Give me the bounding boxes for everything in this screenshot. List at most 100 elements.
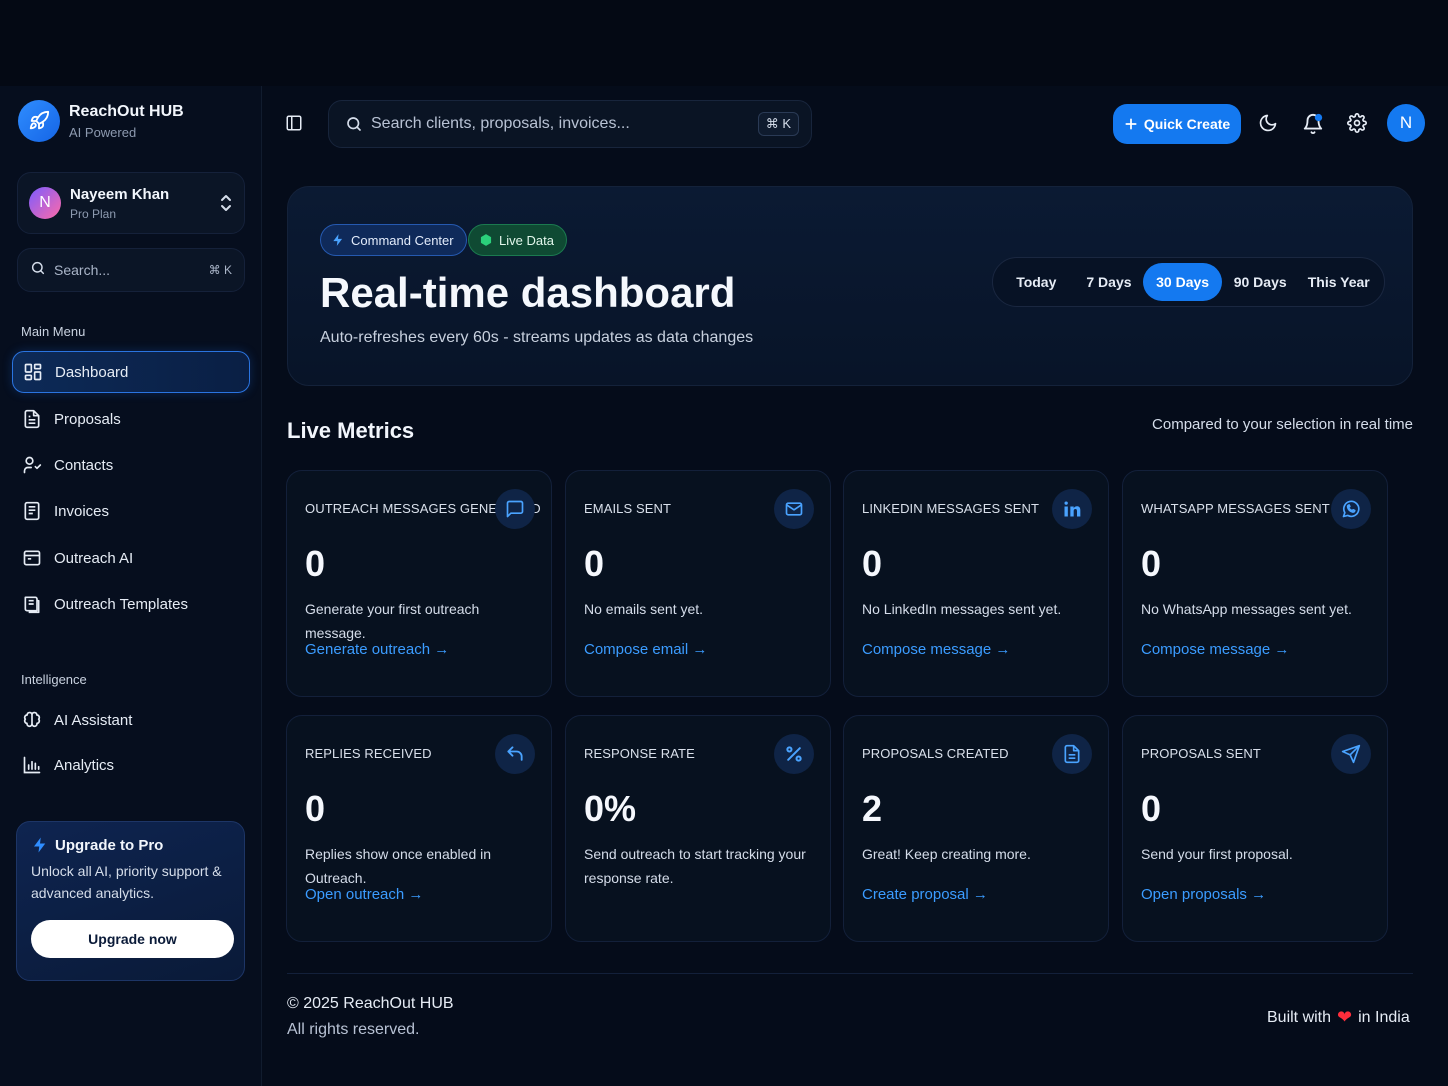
user-name: Nayeem Khan	[70, 185, 170, 203]
gear-icon[interactable]	[1347, 113, 1367, 138]
chevron-up-down-icon	[220, 194, 232, 217]
command-center-badge: Command Center	[320, 224, 467, 256]
sidebar-item-ai-assistant[interactable]: AI Assistant	[12, 699, 250, 741]
command-center-label: Command Center	[351, 232, 454, 248]
live-dot-icon	[480, 234, 492, 246]
page-subtitle: Auto-refreshes every 60s - streams updat…	[320, 329, 754, 346]
metric-value: 0	[862, 543, 883, 584]
footer-copyright: © 2025 ReachOut HUB	[287, 995, 454, 1012]
range-90-days[interactable]: 90 Days	[1222, 263, 1299, 301]
sidebar-item-label: Outreach AI	[54, 549, 134, 567]
built-with-prefix: Built with	[1267, 1008, 1332, 1026]
built-with-suffix: in India	[1358, 1008, 1410, 1026]
generate-outreach-link[interactable]: Generate outreach →	[305, 641, 449, 658]
metric-label: PROPOSALS SENT	[1141, 746, 1261, 761]
create-proposal-link[interactable]: Create proposal →	[862, 886, 988, 903]
metric-card-proposals-created: PROPOSALS CREATED 2 Great! Keep creating…	[843, 715, 1109, 942]
reply-icon	[495, 734, 535, 774]
moon-icon[interactable]	[1258, 113, 1278, 138]
document-icon	[1052, 734, 1092, 774]
whatsapp-icon	[1331, 489, 1371, 529]
templates-icon	[24, 596, 40, 614]
live-data-badge: Live Data	[468, 224, 567, 256]
sidebar-search-shortcut: ⌘ K	[208, 263, 232, 277]
metric-label: PROPOSALS CREATED	[862, 746, 1009, 761]
send-icon	[1331, 734, 1371, 774]
footer-divider	[287, 973, 1413, 974]
search-icon	[30, 260, 46, 281]
sidebar-toggle-icon[interactable]	[285, 114, 303, 137]
search-placeholder: Search clients, proposals, invoices...	[371, 115, 630, 132]
brand[interactable]: ReachOut HUB AI Powered	[18, 100, 184, 142]
brand-tagline: AI Powered	[69, 124, 137, 140]
metric-label: REPLIES RECEIVED	[305, 746, 432, 761]
contacts-icon	[23, 456, 42, 474]
avatar[interactable]: N	[1387, 104, 1425, 142]
sidebar-item-proposals[interactable]: Proposals	[12, 398, 250, 440]
lightning-icon	[34, 837, 46, 853]
metric-description: Great! Keep creating more.	[862, 846, 1031, 862]
metrics-title: Live Metrics	[287, 418, 415, 443]
plus-icon	[1125, 118, 1137, 130]
sidebar-item-label: Analytics	[54, 756, 115, 774]
metric-card-whatsapp-sent: WHATSAPP MESSAGES SENT 0 No WhatsApp mes…	[1122, 470, 1388, 697]
sidebar-item-label: Proposals	[54, 410, 121, 428]
metric-card-outreach-generated: OUTREACH MESSAGES GENERATED 0 Generate y…	[286, 470, 552, 697]
sidebar: ReachOut HUB AI Powered N Nayeem Khan Pr…	[0, 86, 262, 1086]
sidebar-search[interactable]: Search... ⌘ K	[17, 248, 245, 292]
metric-description: No LinkedIn messages sent yet.	[862, 601, 1062, 617]
metric-label: WHATSAPP MESSAGES SENT	[1141, 501, 1330, 516]
sidebar-item-invoices[interactable]: Invoices	[12, 490, 250, 532]
user-switcher[interactable]: N Nayeem Khan Pro Plan	[17, 172, 245, 234]
app-window: ReachOut HUB AI Powered N Nayeem Khan Pr…	[0, 86, 1448, 1086]
search-icon	[347, 117, 361, 131]
sidebar-item-outreach-ai[interactable]: Outreach AI	[12, 537, 250, 579]
open-proposals-link[interactable]: Open proposals →	[1141, 886, 1266, 903]
sidebar-item-label: Outreach Templates	[54, 595, 188, 613]
footer-built-with: Built with ❤ in India	[1267, 1007, 1410, 1028]
footer-rights: All rights reserved.	[287, 1021, 420, 1038]
metric-description: Replies show once enabled in Outreach.	[305, 846, 492, 886]
user-plan: Pro Plan	[70, 206, 117, 221]
metric-description: No emails sent yet.	[584, 601, 704, 617]
analytics-icon	[23, 756, 41, 774]
sidebar-item-contacts[interactable]: Contacts	[12, 444, 250, 486]
sidebar-item-outreach-templates[interactable]: Outreach Templates	[12, 583, 250, 625]
global-search-input[interactable]: Search clients, proposals, invoices... ⌘…	[328, 100, 812, 148]
compose-whatsapp-message-link[interactable]: Compose message →	[1141, 641, 1289, 658]
open-outreach-link[interactable]: Open outreach →	[305, 886, 423, 903]
lightning-icon	[333, 234, 343, 246]
range-7-days[interactable]: 7 Days	[1075, 263, 1144, 301]
range-this-year[interactable]: This Year	[1298, 263, 1379, 301]
avatar: N	[29, 187, 61, 219]
mail-icon	[774, 489, 814, 529]
compose-email-link[interactable]: Compose email →	[584, 641, 707, 658]
metric-card-emails-sent: EMAILS SENT 0 No emails sent yet. Compos…	[565, 470, 831, 697]
intelligence-label: Intelligence	[21, 672, 87, 687]
chat-icon	[495, 489, 535, 529]
metric-card-proposals-sent: PROPOSALS SENT 0 Send your first proposa…	[1122, 715, 1388, 942]
quick-create-label: Quick Create	[1143, 116, 1231, 132]
sidebar-item-label: Dashboard	[55, 363, 129, 381]
metric-value: 0%	[584, 788, 637, 829]
sidebar-item-label: AI Assistant	[54, 711, 133, 729]
sidebar-item-label: Contacts	[54, 456, 114, 474]
quick-create-button[interactable]: Quick Create	[1113, 104, 1241, 144]
metrics-note: Compared to your selection in real time	[1152, 416, 1413, 433]
heart-icon: ❤	[1337, 1007, 1353, 1027]
invoice-icon	[24, 501, 40, 521]
sidebar-item-analytics[interactable]: Analytics	[12, 744, 250, 786]
metric-label: EMAILS SENT	[584, 501, 672, 516]
sidebar-item-dashboard[interactable]: Dashboard	[12, 351, 250, 393]
compose-linkedin-message-link[interactable]: Compose message →	[862, 641, 1010, 658]
metric-card-replies-received: REPLIES RECEIVED 0 Replies show once ena…	[286, 715, 552, 942]
metric-value: 0	[1141, 543, 1162, 584]
bell-icon[interactable]	[1302, 113, 1324, 140]
upgrade-now-button[interactable]: Upgrade now	[31, 920, 234, 958]
metric-description: Send your first proposal.	[1141, 846, 1293, 862]
main-menu-label: Main Menu	[21, 324, 86, 339]
range-today[interactable]: Today	[998, 263, 1075, 301]
upgrade-description: Unlock all AI, priority support & advanc…	[31, 863, 222, 901]
range-30-days[interactable]: 30 Days	[1143, 263, 1222, 301]
date-range-selector: Today 7 Days 30 Days 90 Days This Year	[992, 257, 1385, 307]
